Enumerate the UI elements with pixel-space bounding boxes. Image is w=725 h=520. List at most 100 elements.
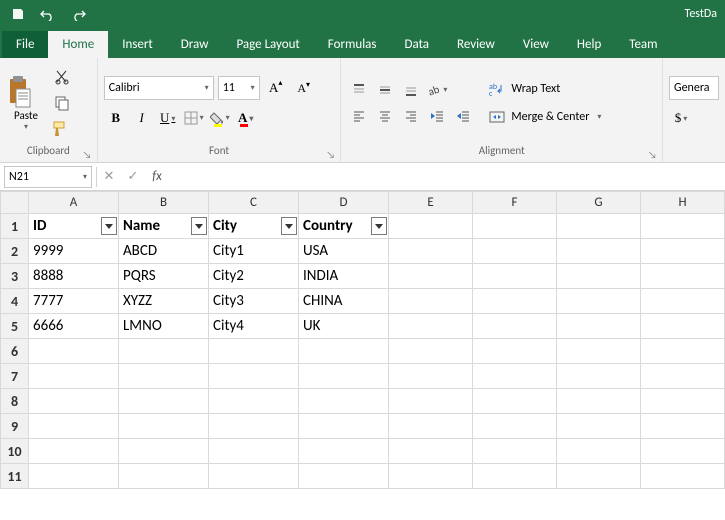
- cell-H6[interactable]: [641, 339, 725, 364]
- cell-F6[interactable]: [473, 339, 557, 364]
- increase-font-button[interactable]: A▴: [264, 76, 288, 100]
- cell-H8[interactable]: [641, 389, 725, 414]
- cell-D4[interactable]: CHINA: [299, 289, 389, 314]
- formula-input[interactable]: [169, 166, 725, 188]
- number-format-combo[interactable]: Genera: [669, 76, 719, 100]
- underline-button[interactable]: U▾: [156, 106, 180, 130]
- col-header-E[interactable]: E: [389, 192, 473, 214]
- cell-H5[interactable]: [641, 314, 725, 339]
- cell-D11[interactable]: [299, 464, 389, 489]
- cell-G3[interactable]: [557, 264, 641, 289]
- cell-G1[interactable]: [557, 214, 641, 239]
- row-header-10[interactable]: 10: [1, 439, 29, 464]
- cell-D5[interactable]: UK: [299, 314, 389, 339]
- cell-H2[interactable]: [641, 239, 725, 264]
- cell-C7[interactable]: [209, 364, 299, 389]
- cut-button[interactable]: [50, 66, 74, 88]
- cell-E11[interactable]: [389, 464, 473, 489]
- tab-review[interactable]: Review: [443, 31, 509, 58]
- cell-G9[interactable]: [557, 414, 641, 439]
- cell-B7[interactable]: [119, 364, 209, 389]
- fill-color-button[interactable]: ▾: [208, 106, 232, 130]
- cell-G8[interactable]: [557, 389, 641, 414]
- font-name-combo[interactable]: Calibri▾: [104, 76, 214, 100]
- row-header-2[interactable]: 2: [1, 239, 29, 264]
- row-header-6[interactable]: 6: [1, 339, 29, 364]
- cell-D8[interactable]: [299, 389, 389, 414]
- row-header-9[interactable]: 9: [1, 414, 29, 439]
- alignment-launcher[interactable]: ↘: [648, 148, 660, 160]
- cell-D7[interactable]: [299, 364, 389, 389]
- col-header-F[interactable]: F: [473, 192, 557, 214]
- cell-G10[interactable]: [557, 439, 641, 464]
- cell-A7[interactable]: [29, 364, 119, 389]
- decrease-indent-button[interactable]: [425, 105, 449, 127]
- cell-C5[interactable]: City4: [209, 314, 299, 339]
- cell-H11[interactable]: [641, 464, 725, 489]
- row-header-1[interactable]: 1: [1, 214, 29, 239]
- italic-button[interactable]: I: [130, 106, 154, 130]
- format-painter-button[interactable]: [50, 118, 74, 140]
- cell-B9[interactable]: [119, 414, 209, 439]
- cell-A1[interactable]: ID: [29, 214, 119, 239]
- merge-center-button[interactable]: Merge & Center ▾: [483, 105, 607, 129]
- cell-H3[interactable]: [641, 264, 725, 289]
- tab-file[interactable]: File: [2, 31, 48, 58]
- save-button[interactable]: [4, 2, 32, 26]
- cell-F5[interactable]: [473, 314, 557, 339]
- cell-H1[interactable]: [641, 214, 725, 239]
- tab-insert[interactable]: Insert: [108, 31, 167, 58]
- align-middle-button[interactable]: [373, 79, 397, 101]
- col-header-G[interactable]: G: [557, 192, 641, 214]
- cell-G11[interactable]: [557, 464, 641, 489]
- accounting-format-button[interactable]: $▾: [669, 106, 693, 130]
- cell-B10[interactable]: [119, 439, 209, 464]
- cell-A4[interactable]: 7777: [29, 289, 119, 314]
- col-header-H[interactable]: H: [641, 192, 725, 214]
- cell-H9[interactable]: [641, 414, 725, 439]
- cell-C1[interactable]: City: [209, 214, 299, 239]
- fx-button[interactable]: fx: [145, 166, 169, 188]
- cell-B11[interactable]: [119, 464, 209, 489]
- cell-F9[interactable]: [473, 414, 557, 439]
- cell-D6[interactable]: [299, 339, 389, 364]
- row-header-4[interactable]: 4: [1, 289, 29, 314]
- cell-A5[interactable]: 6666: [29, 314, 119, 339]
- cell-F7[interactable]: [473, 364, 557, 389]
- cell-D9[interactable]: [299, 414, 389, 439]
- worksheet-grid[interactable]: ABCDEFGH1IDNameCityCountry29999ABCDCity1…: [0, 191, 725, 489]
- cell-H4[interactable]: [641, 289, 725, 314]
- cell-B6[interactable]: [119, 339, 209, 364]
- align-left-button[interactable]: [347, 105, 371, 127]
- tab-team[interactable]: Team: [615, 31, 671, 58]
- select-all-cell[interactable]: [1, 192, 29, 214]
- row-header-8[interactable]: 8: [1, 389, 29, 414]
- copy-button[interactable]: [50, 92, 74, 114]
- font-color-button[interactable]: A▾: [234, 106, 258, 130]
- align-center-button[interactable]: [373, 105, 397, 127]
- wrap-text-button[interactable]: abc Wrap Text: [483, 77, 607, 101]
- cell-E2[interactable]: [389, 239, 473, 264]
- undo-button[interactable]: [34, 2, 62, 26]
- cell-B2[interactable]: ABCD: [119, 239, 209, 264]
- cell-F3[interactable]: [473, 264, 557, 289]
- tab-draw[interactable]: Draw: [167, 31, 223, 58]
- decrease-font-button[interactable]: A▾: [292, 76, 316, 100]
- cell-B4[interactable]: XYZZ: [119, 289, 209, 314]
- row-header-3[interactable]: 3: [1, 264, 29, 289]
- col-header-A[interactable]: A: [29, 192, 119, 214]
- font-launcher[interactable]: ↘: [326, 148, 338, 160]
- tab-formulas[interactable]: Formulas: [314, 31, 391, 58]
- cell-F1[interactable]: [473, 214, 557, 239]
- cell-B1[interactable]: Name: [119, 214, 209, 239]
- cell-A2[interactable]: 9999: [29, 239, 119, 264]
- align-bottom-button[interactable]: [399, 79, 423, 101]
- redo-button[interactable]: [64, 2, 92, 26]
- cell-G7[interactable]: [557, 364, 641, 389]
- cancel-formula-button[interactable]: ✕: [97, 166, 121, 188]
- cell-B8[interactable]: [119, 389, 209, 414]
- font-size-combo[interactable]: 11▾: [218, 76, 260, 100]
- orientation-button[interactable]: ab▾: [425, 79, 449, 101]
- cell-D10[interactable]: [299, 439, 389, 464]
- align-top-button[interactable]: [347, 79, 371, 101]
